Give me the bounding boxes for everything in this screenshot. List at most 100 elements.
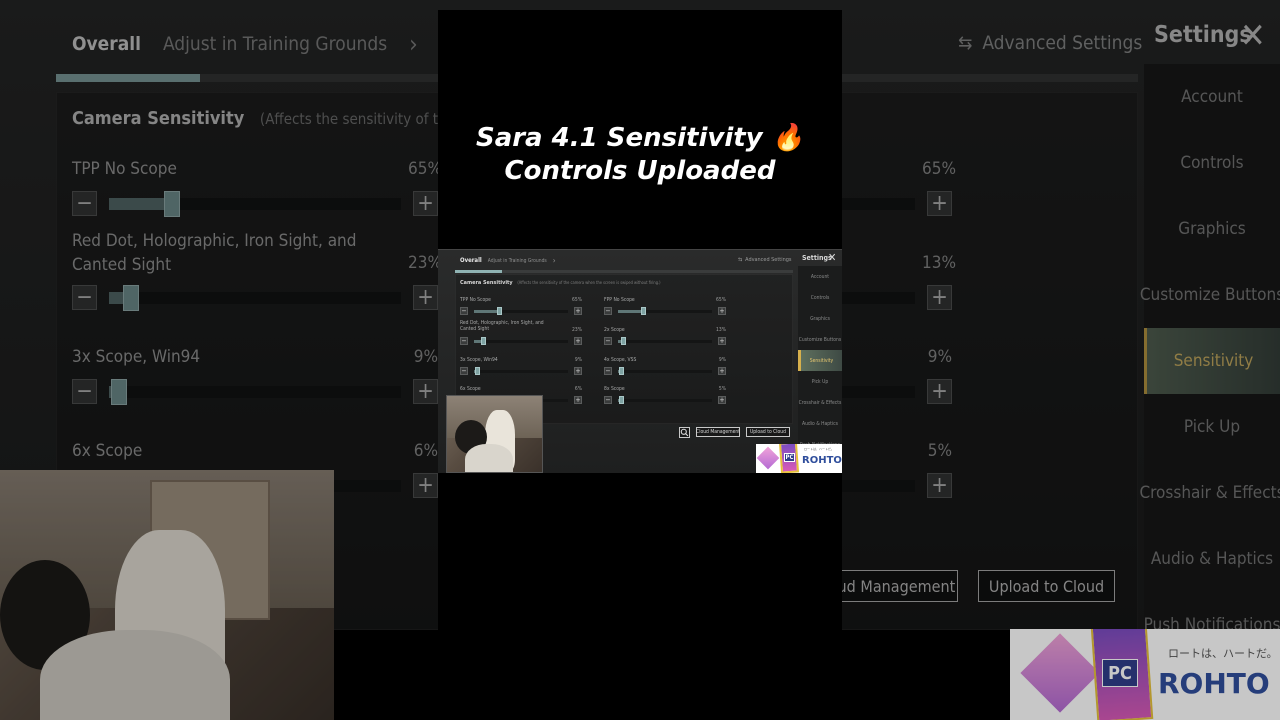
sensitivity-slider[interactable] bbox=[109, 378, 401, 405]
increase-button[interactable]: + bbox=[718, 307, 726, 315]
sensitivity-slider[interactable] bbox=[618, 307, 712, 315]
increase-button[interactable]: + bbox=[413, 191, 438, 216]
sensitivity-value: 65% bbox=[408, 159, 442, 179]
sensitivity-value: 9% bbox=[718, 357, 726, 363]
sensitivity-slider[interactable] bbox=[618, 396, 712, 404]
rohto-logo: ROHTO bbox=[802, 455, 842, 466]
decrease-button[interactable]: − bbox=[460, 307, 468, 315]
increase-button[interactable]: + bbox=[718, 337, 726, 345]
slider-thumb[interactable] bbox=[619, 367, 625, 375]
increase-button[interactable]: + bbox=[574, 337, 582, 345]
increase-button[interactable]: + bbox=[927, 285, 952, 310]
slider-thumb[interactable] bbox=[497, 307, 503, 315]
sidebar-item-push-notifications[interactable]: Push Notifications bbox=[1144, 592, 1280, 630]
increase-button[interactable]: + bbox=[413, 473, 438, 498]
rohto-ad[interactable]: PC ロートは、ハートだ。 ROHTO bbox=[756, 444, 842, 473]
sensitivity-label: 3x Scope, Win94 bbox=[460, 357, 498, 363]
sidebar-item-graphics[interactable]: Graphics bbox=[1144, 196, 1280, 262]
sidebar-item-pick-up[interactable]: Pick Up bbox=[1144, 394, 1280, 460]
section-title-text: Camera Sensitivity bbox=[460, 280, 513, 286]
increase-button[interactable]: + bbox=[718, 396, 726, 404]
tab-overall[interactable]: Overall bbox=[72, 33, 141, 55]
sidebar-item-crosshair-effects[interactable]: Crosshair & Effects bbox=[798, 392, 842, 413]
tab-training-grounds[interactable]: Adjust in Training Grounds bbox=[163, 33, 387, 55]
sensitivity-label: 8x Scope bbox=[604, 386, 625, 392]
webcam-background bbox=[0, 470, 334, 720]
caption-line-2: Controls Uploaded bbox=[504, 156, 776, 186]
decrease-button[interactable]: − bbox=[72, 191, 97, 216]
swap-icon: ⇆ bbox=[738, 257, 743, 263]
decrease-button[interactable]: − bbox=[604, 307, 612, 315]
slider-thumb[interactable] bbox=[480, 337, 486, 345]
sidebar-item-account[interactable]: Account bbox=[1144, 64, 1280, 130]
increase-button[interactable]: + bbox=[927, 473, 952, 498]
slider-fill bbox=[109, 197, 172, 210]
increase-button[interactable]: + bbox=[574, 307, 582, 315]
ad-box-label: PC bbox=[784, 453, 795, 462]
decrease-button[interactable]: − bbox=[72, 379, 97, 404]
slider-fill bbox=[618, 309, 644, 313]
upload-to-cloud-button[interactable]: Upload to Cloud bbox=[746, 427, 790, 437]
ad-box-label: PC bbox=[1102, 659, 1138, 687]
sidebar-item-controls[interactable]: Controls bbox=[1144, 130, 1280, 196]
search-button[interactable] bbox=[679, 427, 690, 438]
slider-thumb[interactable] bbox=[620, 337, 626, 345]
sensitivity-slider[interactable] bbox=[109, 284, 401, 311]
slider-thumb[interactable] bbox=[111, 378, 127, 405]
cloud-management-button[interactable]: Cloud Management bbox=[696, 427, 740, 437]
sidebar-item-customize-buttons[interactable]: Customize Buttons bbox=[1140, 262, 1280, 328]
section-note: (Affects the sensitivity of the camera w… bbox=[517, 280, 661, 285]
sensitivity-value: 5% bbox=[718, 386, 726, 392]
increase-button[interactable]: + bbox=[574, 396, 582, 404]
decrease-button[interactable]: − bbox=[604, 337, 612, 345]
slider-thumb[interactable] bbox=[123, 284, 140, 311]
sidebar-item-sensitivity[interactable]: Sensitivity bbox=[798, 350, 842, 371]
decrease-button[interactable]: − bbox=[460, 367, 468, 375]
swap-icon: ⇆ bbox=[958, 32, 973, 54]
sidebar-item-customize-buttons[interactable]: Customize Buttons bbox=[798, 329, 842, 350]
sidebar-item-audio-haptics[interactable]: Audio & Haptics bbox=[1144, 526, 1280, 592]
decrease-button[interactable]: − bbox=[604, 396, 612, 404]
cloud-management-button[interactable]: loud Management bbox=[822, 570, 958, 602]
sidebar-item-audio-haptics[interactable]: Audio & Haptics bbox=[798, 413, 842, 434]
sidebar-item-crosshair-effects[interactable]: Crosshair & Effects bbox=[1139, 460, 1280, 526]
slider-thumb[interactable] bbox=[163, 190, 180, 217]
increase-button[interactable]: + bbox=[718, 367, 726, 375]
advanced-settings-button[interactable]: ⇆ Advanced Settings bbox=[738, 257, 791, 263]
sensitivity-slider[interactable] bbox=[618, 337, 712, 345]
sensitivity-slider[interactable] bbox=[109, 190, 401, 217]
sidebar-item-graphics[interactable]: Graphics bbox=[798, 308, 842, 329]
increase-button[interactable]: + bbox=[927, 191, 952, 216]
slider-thumb[interactable] bbox=[618, 396, 624, 404]
slider-thumb[interactable] bbox=[641, 307, 647, 315]
advanced-settings-button[interactable]: ⇆ Advanced Settings bbox=[958, 32, 1142, 54]
sensitivity-value: 6% bbox=[413, 441, 438, 461]
sidebar-item-pick-up[interactable]: Pick Up bbox=[798, 371, 842, 392]
decrease-button[interactable]: − bbox=[460, 337, 468, 345]
sensitivity-label: 3x Scope, Win94 bbox=[72, 347, 201, 367]
increase-button[interactable]: + bbox=[574, 367, 582, 375]
increase-button[interactable]: + bbox=[413, 285, 438, 310]
tab-underline-active bbox=[56, 74, 200, 82]
tab-training-grounds[interactable]: Adjust in Training Grounds bbox=[488, 258, 547, 264]
sensitivity-slider[interactable] bbox=[474, 367, 568, 375]
sensitivity-slider[interactable] bbox=[618, 367, 712, 375]
chevron-right-icon: › bbox=[409, 30, 418, 58]
streamer-body bbox=[40, 630, 230, 720]
decrease-button[interactable]: − bbox=[72, 285, 97, 310]
sensitivity-slider[interactable] bbox=[474, 337, 568, 345]
webcam-overlay bbox=[446, 395, 543, 473]
increase-button[interactable]: + bbox=[927, 379, 952, 404]
sensitivity-slider[interactable] bbox=[474, 307, 568, 315]
sidebar-item-account[interactable]: Account bbox=[798, 266, 842, 287]
tab-overall[interactable]: Overall bbox=[460, 257, 482, 264]
upload-to-cloud-button[interactable]: Upload to Cloud bbox=[978, 570, 1115, 602]
sidebar-item-controls[interactable]: Controls bbox=[798, 287, 842, 308]
sidebar-item-sensitivity[interactable]: Sensitivity bbox=[1144, 328, 1280, 394]
decrease-button[interactable]: − bbox=[604, 367, 612, 375]
rohto-logo: ROHTO bbox=[1158, 667, 1270, 700]
close-icon[interactable]: ✕ bbox=[1240, 16, 1266, 56]
increase-button[interactable]: + bbox=[413, 379, 438, 404]
slider-thumb[interactable] bbox=[475, 367, 481, 375]
close-icon[interactable]: ✕ bbox=[828, 251, 836, 264]
